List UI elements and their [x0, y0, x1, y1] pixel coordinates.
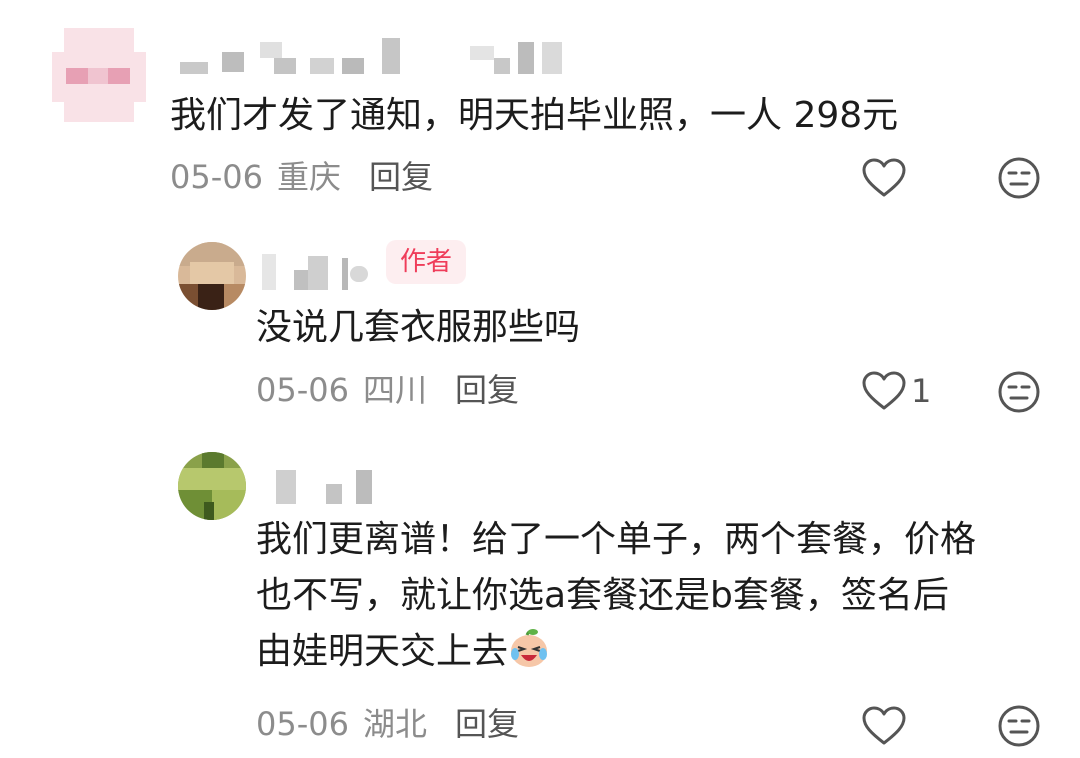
- comment-meta: 05-06 四川 回复: [256, 370, 519, 410]
- comment-date: 05-06: [256, 705, 349, 743]
- crying-laughing-emoji: [511, 629, 548, 667]
- heart-outline-icon: [862, 158, 906, 197]
- unamused-face-icon: [998, 371, 1040, 413]
- reply-button[interactable]: 回复: [369, 158, 433, 196]
- dislike-button[interactable]: [997, 156, 1041, 200]
- comment-meta: 05-06 湖北 回复: [256, 704, 519, 744]
- comment-location: 四川: [362, 371, 427, 409]
- avatar[interactable]: [178, 452, 246, 520]
- heart-outline-icon: [862, 371, 906, 410]
- like-button[interactable]: [861, 157, 907, 199]
- comment-date: 05-06: [170, 158, 263, 196]
- like-button[interactable]: 1: [861, 370, 931, 412]
- comment-text: 没说几套衣服那些吗: [256, 307, 581, 348]
- username-blurred[interactable]: [270, 462, 390, 512]
- comment-location: 湖北: [362, 705, 427, 743]
- reply-button[interactable]: 回复: [455, 705, 519, 743]
- unamused-face-icon: [998, 157, 1040, 199]
- comment-text: 我们更离谱！给了一个单子，两个套餐，价格 也不写，就让你选a套餐还是b套餐，签名…: [256, 512, 976, 680]
- like-button[interactable]: [861, 705, 907, 747]
- comment-meta: 05-06 重庆 回复: [170, 157, 433, 197]
- dislike-button[interactable]: [997, 704, 1041, 748]
- comment-date: 05-06: [256, 371, 349, 409]
- dislike-button[interactable]: [997, 370, 1041, 414]
- unamused-face-icon: [998, 705, 1040, 747]
- username-blurred[interactable]: [170, 34, 610, 84]
- comment-text-line: 也不写，就让你选a套餐还是b套餐，签名后: [256, 575, 949, 616]
- comment-2: 作者 没说几套衣服那些吗 05-06 四川 回复 1: [0, 228, 1080, 428]
- heart-outline-icon: [862, 706, 906, 745]
- comment-location: 重庆: [276, 158, 341, 196]
- comment-text-line: 由娃明天交上去: [256, 631, 509, 672]
- avatar[interactable]: [178, 242, 246, 310]
- comment-text-line: 我们更离谱！给了一个单子，两个套餐，价格: [256, 519, 977, 560]
- comment-1: 我们才发了通知，明天拍毕业照，一人 298元 05-06 重庆 回复: [0, 0, 1080, 210]
- username-blurred[interactable]: [258, 248, 378, 298]
- comment-3: 我们更离谱！给了一个单子，两个套餐，价格 也不写，就让你选a套餐还是b套餐，签名…: [0, 440, 1080, 758]
- reply-button[interactable]: 回复: [455, 371, 519, 409]
- author-badge: 作者: [386, 240, 467, 284]
- comment-text: 我们才发了通知，明天拍毕业照，一人 298元: [170, 95, 899, 136]
- like-count: 1: [911, 372, 932, 410]
- avatar[interactable]: [52, 28, 146, 122]
